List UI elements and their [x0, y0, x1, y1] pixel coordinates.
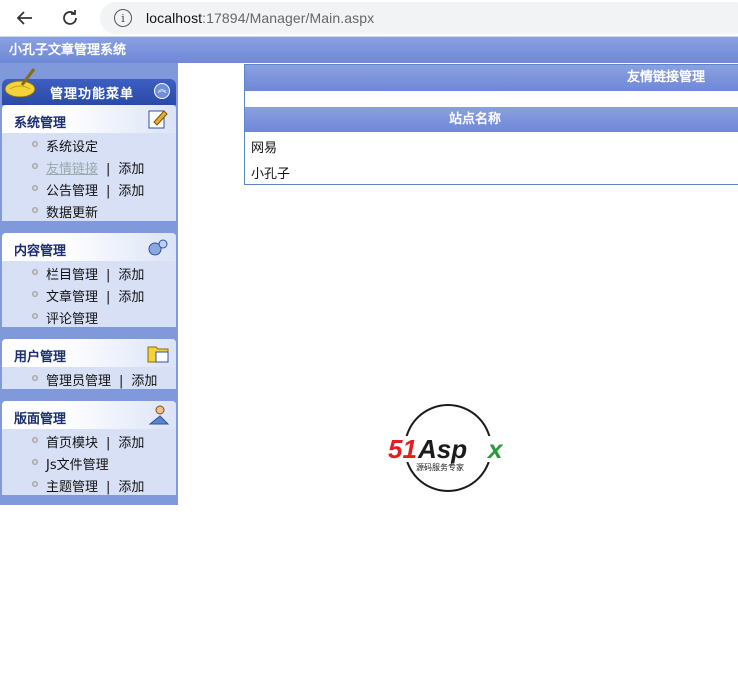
- svg-text:x: x: [486, 434, 504, 464]
- info-icon[interactable]: i: [114, 9, 132, 27]
- column-header-site-name: 站点名称: [245, 107, 738, 132]
- app-title: 小孔子文章管理系统: [9, 43, 127, 58]
- add-link[interactable]: 添加: [118, 162, 144, 177]
- svg-text:51: 51: [388, 434, 417, 464]
- section-layout: 版面管理 首页模块 | 添加 Js文件管理 主题管理 | 添加: [2, 401, 176, 495]
- add-link[interactable]: 添加: [118, 184, 144, 199]
- bullet-icon: [32, 481, 38, 487]
- browser-toolbar: i localhost:17894/Manager/Main.aspx: [0, 0, 738, 36]
- user-layout-icon: [148, 405, 170, 425]
- menu-item-admins[interactable]: 管理员管理 | 添加: [2, 371, 176, 393]
- add-link[interactable]: 添加: [118, 268, 144, 283]
- back-button[interactable]: [11, 4, 39, 32]
- folder-calendar-icon: [147, 346, 169, 363]
- friend-links-panel: 友情链接管理 站点名称 网易 小孔子: [244, 64, 738, 185]
- menu-item-home-modules[interactable]: 首页模块 | 添加: [2, 433, 176, 455]
- menu-item-announcements[interactable]: 公告管理 | 添加: [2, 181, 176, 203]
- add-link[interactable]: 添加: [118, 436, 144, 451]
- bullet-icon: [32, 269, 38, 275]
- reload-icon: [63, 10, 77, 25]
- bullet-icon: [32, 141, 38, 147]
- menu-item-columns[interactable]: 栏目管理 | 添加: [2, 265, 176, 287]
- section-users: 用户管理 管理员管理 | 添加: [2, 339, 176, 389]
- section-head[interactable]: 版面管理: [2, 401, 176, 429]
- add-link[interactable]: 添加: [118, 290, 144, 305]
- bullet-icon: [32, 185, 38, 191]
- back-arrow-icon: [16, 11, 32, 25]
- bullet-icon: [32, 291, 38, 297]
- section-head[interactable]: 系统管理: [2, 105, 176, 133]
- menu-item-js-files[interactable]: Js文件管理: [2, 455, 176, 477]
- app-title-bar: 小孔子文章管理系统: [0, 36, 738, 63]
- menu-item-comments[interactable]: 评论管理: [2, 309, 176, 331]
- address-bar[interactable]: i localhost:17894/Manager/Main.aspx: [100, 2, 738, 34]
- bullet-icon: [32, 375, 38, 381]
- edit-document-icon: [148, 110, 168, 129]
- brand-logo: 51 Asp x 源码服务专家: [388, 404, 512, 492]
- section-title: 用户管理: [14, 350, 67, 365]
- menu-item-themes[interactable]: 主题管理 | 添加: [2, 477, 176, 499]
- svg-text:Asp: Asp: [417, 434, 467, 464]
- reload-button[interactable]: [56, 4, 84, 32]
- url-text: localhost:17894/Manager/Main.aspx: [146, 10, 375, 26]
- svg-text:源码服务专家: 源码服务专家: [416, 462, 464, 472]
- add-link[interactable]: 添加: [131, 374, 157, 389]
- bullet-icon: [32, 437, 38, 443]
- bullet-icon: [32, 207, 38, 213]
- bullet-icon: [32, 163, 38, 169]
- section-title: 系统管理: [14, 116, 67, 131]
- menu-item-friend-links[interactable]: 友情链接 | 添加: [2, 159, 176, 181]
- add-link[interactable]: 添加: [118, 480, 144, 495]
- menu-item-data-update[interactable]: 数据更新: [2, 203, 176, 225]
- section-title: 版面管理: [14, 412, 67, 427]
- panel-title: 友情链接管理: [245, 65, 738, 91]
- section-content: 内容管理 栏目管理 | 添加 文章管理 | 添加 评论管理: [2, 233, 176, 327]
- menu-item-articles[interactable]: 文章管理 | 添加: [2, 287, 176, 309]
- section-system: 系统管理 系统设定 友情链接 | 添加 公告管理 | 添加 数据更新: [2, 105, 176, 221]
- table-row[interactable]: 网易: [251, 137, 277, 156]
- menu-item-system-settings[interactable]: 系统设定: [2, 137, 176, 159]
- menu-header: 管理功能菜单 ︽: [2, 68, 176, 105]
- gears-icon: [148, 239, 168, 256]
- left-menu-frame: 管理功能菜单 ︽ 系统管理 系统设定 友情链接 | 添加 公告管理 | 添加 数据更新 …: [0, 63, 178, 505]
- bullet-icon: [32, 313, 38, 319]
- section-head[interactable]: 内容管理: [2, 233, 176, 261]
- menu-header-label: 管理功能菜单: [50, 87, 135, 102]
- broom-icon: [4, 68, 36, 97]
- table-row[interactable]: 小孔子: [251, 163, 290, 182]
- section-head[interactable]: 用户管理: [2, 339, 176, 367]
- section-title: 内容管理: [14, 244, 67, 259]
- collapse-icon[interactable]: ︽: [154, 83, 170, 99]
- bullet-icon: [32, 459, 38, 465]
